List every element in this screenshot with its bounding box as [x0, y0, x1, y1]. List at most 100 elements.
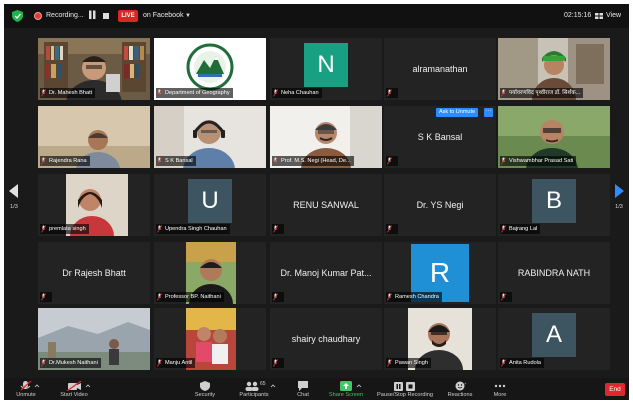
muted-mic-icon [387, 225, 392, 233]
participant-display-name: shairy chaudhary [291, 334, 361, 344]
meeting-top-bar: Recording... ▌▌ LIVE on Facebook ▼ 02:15… [4, 4, 629, 28]
participant-tile[interactable]: Manju Antil [154, 308, 266, 370]
muted-mic-icon [273, 359, 278, 367]
meeting-controls-toolbar: Unmute Start Video Security 65 Participa… [4, 378, 629, 400]
participant-display-name: Dr Rajesh Bhatt [62, 268, 126, 278]
participant-name: Ramesh Chandra [386, 292, 442, 302]
participant-tile[interactable]: Rajendra Rana [38, 106, 150, 168]
participant-name: Dr. Mahesh Bhatt [40, 88, 96, 98]
start-video-label: Start Video [60, 392, 88, 398]
pause-stop-recording-button[interactable]: Pause/Stop Recording [374, 379, 436, 400]
muted-mic-icon [41, 89, 46, 97]
participant-display-name: RABINDRA NATH [517, 268, 591, 278]
participant-tile[interactable]: R Ramesh Chandra [384, 242, 496, 304]
participant-name: Dr.Mukesh Naithani [40, 358, 101, 368]
participant-name: premlata singh [40, 224, 89, 234]
participant-name: Upendra Singh Chauhan [156, 224, 230, 234]
participant-tile[interactable]: Professor BP. Naithani [154, 242, 266, 304]
participant-name: Bajrang Lal [500, 224, 541, 234]
microphone-muted-icon [20, 381, 40, 391]
participant-tile[interactable]: RABINDRA NATH [498, 242, 610, 304]
participant-name: Anita Rudola [500, 358, 545, 368]
participants-count: 65 [260, 381, 266, 387]
next-page-button[interactable]: 1/3 [611, 178, 627, 222]
more-options-icon[interactable]: ··· [484, 108, 493, 117]
participant-name: Neha Chauhan [272, 88, 322, 98]
muted-mic-icon [157, 157, 162, 165]
participant-name: Pawan Singh [386, 358, 431, 368]
participant-tile[interactable]: RENU SANWAL [270, 174, 382, 236]
more-dots-icon [494, 384, 506, 388]
security-button[interactable]: Security [177, 379, 233, 400]
participant-tile[interactable]: Dr.Mukesh Naithani [38, 308, 150, 370]
muted-mic-icon [157, 359, 162, 367]
participant-tile[interactable]: A Anita Rudola [498, 308, 610, 370]
muted-mic-icon [501, 293, 506, 301]
muted-mic-icon [157, 293, 162, 301]
muted-mic-icon [273, 157, 278, 165]
participant-tile[interactable]: Prof. M.S. Negi (Head, De... [270, 106, 382, 168]
live-destination[interactable]: on Facebook [143, 10, 183, 22]
pause-stop-recording-label: Pause/Stop Recording [377, 392, 433, 398]
share-screen-button[interactable]: Share Screen [318, 379, 374, 400]
chevron-down-icon[interactable]: ▼ [185, 10, 191, 22]
muted-mic-icon [501, 157, 506, 165]
more-button[interactable]: More [472, 379, 528, 400]
pause-recording-icon[interactable]: ▌▌ [89, 12, 98, 20]
participant-name: Professor BP. Naithani [156, 292, 224, 302]
participant-tile[interactable]: S K Bansal [154, 106, 266, 168]
zoom-meeting-window: Recording... ▌▌ LIVE on Facebook ▼ 02:15… [4, 4, 629, 400]
participant-display-name: alramanathan [412, 64, 468, 74]
muted-mic-icon [157, 89, 162, 97]
meeting-timer: 02:15:16 [564, 12, 592, 19]
muted-mic-icon [41, 359, 46, 367]
participant-tile[interactable]: B Bajrang Lal [498, 174, 610, 236]
participant-display-name: Dr. Manoj Kumar Pat... [280, 268, 372, 278]
participant-avatar: A [532, 313, 576, 357]
participant-tile[interactable]: U Upendra Singh Chauhan [154, 174, 266, 236]
recording-dot-icon [34, 12, 42, 20]
previous-page-button[interactable]: 1/3 [6, 178, 22, 222]
participant-tile[interactable]: Dr. YS Negi [384, 174, 496, 236]
muted-mic-icon [273, 293, 278, 301]
muted-mic-icon [387, 293, 392, 301]
participant-tile[interactable]: Dr. Manoj Kumar Pat... [270, 242, 382, 304]
start-video-button[interactable]: Start Video [46, 379, 102, 400]
participant-tile[interactable]: Department of Geography [154, 38, 266, 100]
stop-recording-icon[interactable] [103, 13, 109, 19]
shield-icon[interactable] [12, 10, 23, 22]
pause-stop-icon [394, 382, 415, 391]
chevron-right-icon [615, 184, 624, 198]
page-indicator-right: 1/3 [615, 204, 623, 210]
end-meeting-button[interactable]: End [605, 383, 625, 396]
grid-view-icon[interactable] [595, 13, 603, 19]
participants-button[interactable]: 65 Participants [226, 379, 282, 400]
participant-tile[interactable]: Dr. Mahesh Bhatt [38, 38, 150, 100]
muted-mic-icon [387, 359, 392, 367]
muted-mic-icon [273, 89, 278, 97]
participant-name: Prof. M.S. Negi (Head, De... [272, 156, 354, 166]
participant-name: Department of Geography [156, 88, 233, 98]
participant-tile[interactable]: S K Bansal Ask to Unmute ··· [384, 106, 496, 168]
participant-tile[interactable]: premlata singh [38, 174, 150, 236]
live-badge: LIVE [118, 10, 138, 22]
participant-tile[interactable]: Vishwambhar Prasad Sati [498, 106, 610, 168]
participant-avatar: U [188, 179, 232, 223]
muted-mic-icon [41, 157, 46, 165]
unmute-button[interactable]: Unmute [4, 379, 48, 400]
participant-name: Vishwambhar Prasad Sati [500, 156, 577, 166]
participant-tile[interactable]: alramanathan [384, 38, 496, 100]
participant-tile[interactable]: N Neha Chauhan [270, 38, 382, 100]
participant-tile[interactable]: पर्यावरणविद पृथ्वीराज डॉ. सिर्शक... [498, 38, 610, 100]
participant-avatar: B [532, 179, 576, 223]
participant-tile[interactable]: Dr Rajesh Bhatt [38, 242, 150, 304]
participant-tile[interactable]: Pawan Singh [384, 308, 496, 370]
view-menu[interactable]: View [606, 10, 621, 22]
participant-display-name: Dr. YS Negi [416, 200, 464, 210]
muted-mic-icon [501, 359, 506, 367]
unmute-label: Unmute [16, 392, 36, 398]
shield-icon [200, 381, 210, 391]
participants-label: Participants [239, 392, 269, 398]
ask-to-unmute-button[interactable]: Ask to Unmute [436, 108, 479, 117]
participant-tile[interactable]: shairy chaudhary [270, 308, 382, 370]
